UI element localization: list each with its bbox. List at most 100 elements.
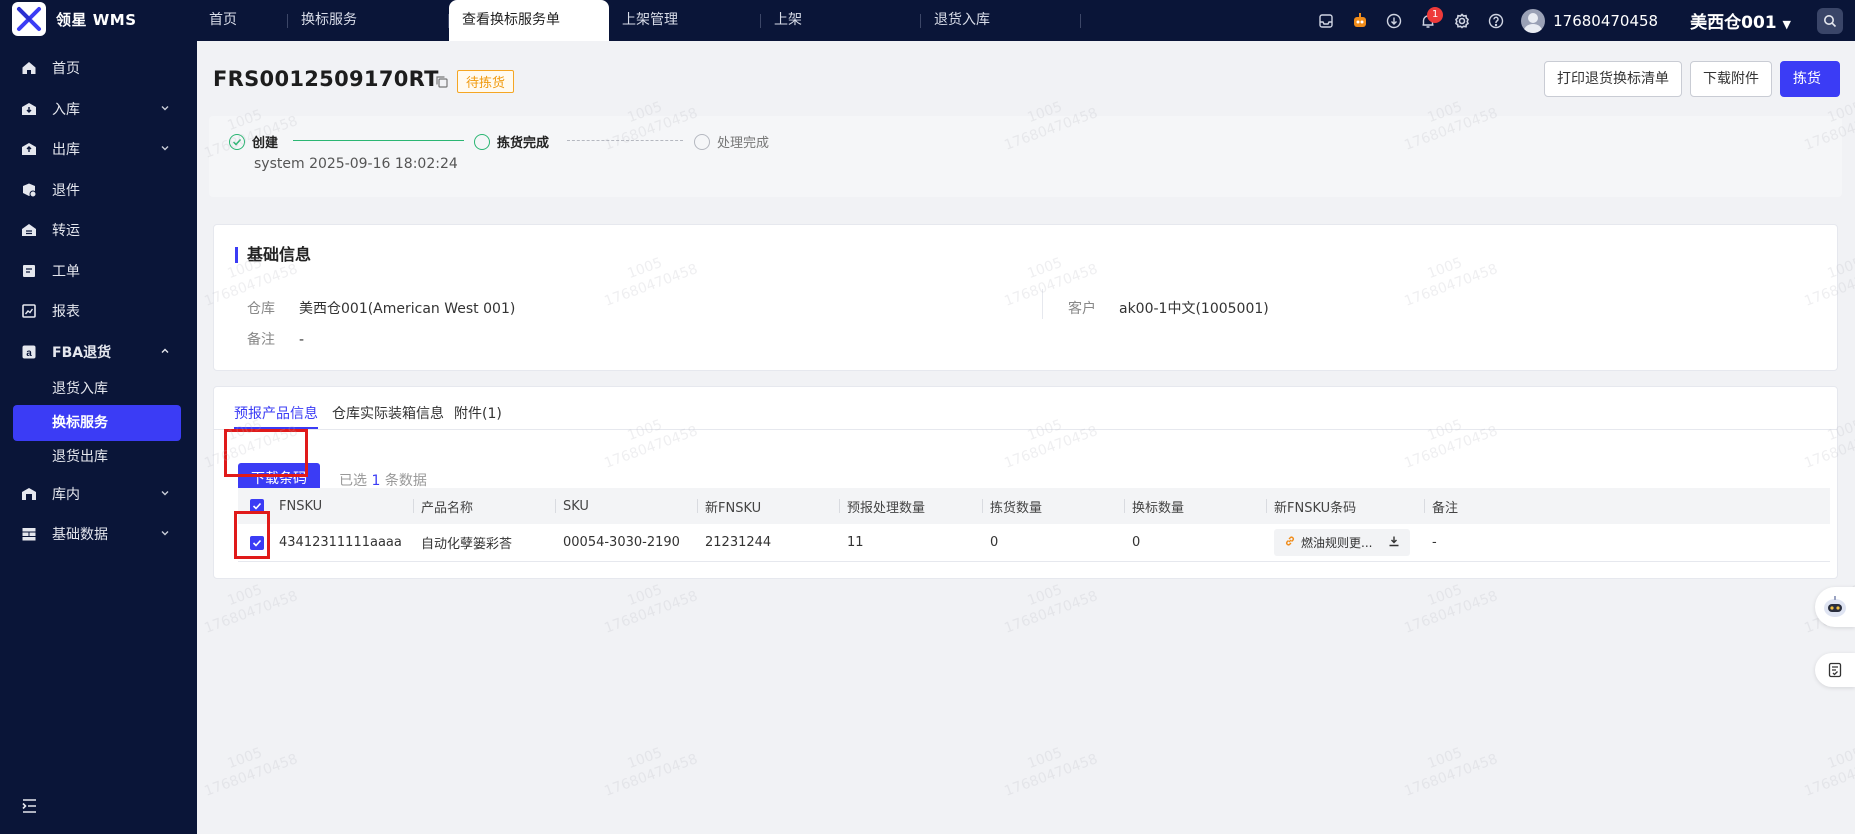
notification-badge: 1 (1427, 6, 1444, 23)
cell-new-fnsku: 21231244 (705, 535, 772, 550)
logo-icon[interactable] (12, 2, 46, 36)
sidebar-subitem-relabel-service[interactable]: 换标服务 (13, 405, 181, 441)
tab-putaway[interactable]: 上架 (761, 0, 921, 41)
remark-field: 备注 - (247, 332, 305, 348)
chevron-down-icon (160, 526, 170, 542)
settings-icon[interactable] (1445, 12, 1479, 29)
col-fnsku: FNSKU (279, 498, 323, 514)
user-menu[interactable]: 17680470458 (1521, 8, 1659, 33)
basic-info-card: 基础信息 仓库 美西仓001(American West 001) 客户 ak00-… (213, 224, 1838, 371)
work-order-icon (20, 262, 38, 280)
sidebar-item-outbound[interactable]: 出库 (20, 139, 170, 159)
customer-field: 客户 ak00-1中文(1005001) (1068, 301, 1269, 317)
created-info: system 2025-09-16 18:02:24 (254, 156, 458, 172)
step-completed: 处理完成 (694, 132, 769, 151)
check-circle-icon (229, 133, 245, 150)
transfer-icon (20, 221, 38, 239)
tab-actual-packing[interactable]: 仓库实际装箱信息 (332, 403, 444, 423)
sidebar-item-transfer[interactable]: 转运 (20, 220, 170, 240)
database-icon (20, 525, 38, 543)
watermark: 100517680470458 (1002, 581, 1100, 637)
tab-relabel-service[interactable]: 换标服务 (288, 0, 449, 41)
print-relabel-list-button[interactable]: 打印退货换标清单 (1544, 61, 1682, 97)
sidebar: 首页 入库 出库 退件 转运 工单 报表 a FBA退货 退货入库 换标服务 退… (0, 41, 197, 834)
sidebar-item-inbound[interactable]: 入库 (20, 99, 170, 119)
help-icon[interactable] (1479, 13, 1513, 29)
cell-sku: 00054-3030-2190 (563, 535, 680, 550)
col-sku: SKU (563, 498, 589, 514)
tab-attachments[interactable]: 附件(1) (454, 403, 502, 423)
bell-icon[interactable]: 1 (1411, 6, 1445, 29)
download-attachment-button[interactable]: 下载附件 (1690, 61, 1772, 97)
step-created: 创建 (229, 132, 278, 151)
step-connector (567, 140, 683, 141)
pick-button[interactable]: 拣货 (1780, 61, 1840, 97)
return-box-icon (20, 181, 38, 199)
watermark: 100517680470458 (1402, 581, 1500, 637)
svg-text:a: a (26, 348, 32, 359)
tab-forecast-products[interactable]: 预报产品信息 (234, 403, 318, 429)
sidebar-item-work-order[interactable]: 工单 (20, 261, 170, 281)
download-icon[interactable] (1388, 535, 1400, 550)
tab-view-relabel-order[interactable]: 查看换标服务单 (449, 0, 609, 41)
table-header: FNSKU 产品名称 SKU 新FNSKU 预报处理数量 拣货数量 换标数量 新… (238, 488, 1830, 524)
chevron-down-icon (160, 101, 170, 117)
inbox-icon[interactable] (1309, 13, 1343, 29)
sidebar-item-fba-returns[interactable]: a FBA退货 (20, 342, 170, 362)
sidebar-subitem-return-outbound[interactable]: 退货出库 (52, 446, 108, 466)
product-panel: 预报产品信息 仓库实际装箱信息 附件(1) 下载条码 已选 1 条数据 FNSK… (213, 386, 1838, 579)
sidebar-item-reports[interactable]: 报表 (20, 301, 170, 321)
tab-putaway-management[interactable]: 上架管理 (609, 0, 761, 41)
cell-forecast-qty: 11 (847, 535, 864, 550)
copy-icon[interactable] (435, 75, 449, 93)
ai-assistant-icon[interactable] (1815, 587, 1855, 627)
watermark: 100517680470458 (202, 581, 300, 637)
robot-icon[interactable] (1343, 12, 1377, 30)
search-icon[interactable] (1817, 7, 1843, 34)
watermark: 100517680470458 (202, 744, 300, 800)
warehouse-switcher[interactable]: 美西仓001 ▼ (1690, 8, 1791, 33)
sidebar-item-returns[interactable]: 退件 (20, 180, 170, 200)
warehouse-field: 仓库 美西仓001(American West 001) (247, 301, 516, 317)
barcode-file-link[interactable]: 燃油规则更... (1301, 534, 1372, 551)
outbound-icon (20, 140, 38, 158)
sidebar-item-home[interactable]: 首页 (20, 58, 170, 78)
watermark: 100517680470458 (1002, 744, 1100, 800)
selection-info: 已选 1 条数据 (339, 473, 427, 489)
col-remark: 备注 (1432, 500, 1459, 516)
column-divider (1124, 499, 1125, 513)
watermark: 100517680470458 (602, 581, 700, 637)
chevron-down-icon (160, 141, 170, 157)
cell-fnsku: 43412311111aaaa (279, 535, 402, 550)
product-table: FNSKU 产品名称 SKU 新FNSKU 预报处理数量 拣货数量 换标数量 新… (238, 488, 1830, 562)
sidebar-subitem-return-inbound[interactable]: 退货入库 (52, 378, 108, 398)
warehouse-icon (20, 485, 38, 503)
section-title: 基础信息 (235, 247, 311, 263)
download-circle-icon[interactable] (1377, 13, 1411, 29)
cell-remark: - (1432, 535, 1437, 550)
col-forecast-qty: 预报处理数量 (847, 500, 926, 516)
column-divider (1424, 499, 1425, 513)
nav-tabs: 首页 换标服务 查看换标服务单 上架管理 上架 退货入库 (196, 0, 1081, 41)
column-divider (982, 499, 983, 513)
watermark: 100517680470458 (1402, 744, 1500, 800)
main-content: FRS0012509170RT 待拣货 打印退货换标清单 下载附件 拣货 创建 … (197, 41, 1855, 834)
report-icon (20, 302, 38, 320)
document-icon[interactable] (1815, 653, 1855, 687)
column-divider (839, 499, 840, 513)
user-name: 17680470458 (1553, 11, 1659, 30)
product-tabs: 预报产品信息 仓库实际装箱信息 附件(1) (214, 387, 1837, 430)
tab-home[interactable]: 首页 (196, 0, 288, 41)
sidebar-item-in-warehouse[interactable]: 库内 (20, 484, 170, 504)
sidebar-item-basic-data[interactable]: 基础数据 (20, 524, 170, 544)
tab-return-inbound[interactable]: 退货入库 (921, 0, 1081, 41)
highlight-box (224, 429, 308, 477)
column-divider (413, 499, 414, 513)
column-divider (555, 499, 556, 513)
order-number: FRS0012509170RT (213, 67, 439, 91)
app-name: 领星 WMS (56, 11, 137, 29)
collapse-menu-icon[interactable] (22, 798, 40, 818)
barcode-file: 燃油规则更... (1274, 529, 1411, 556)
column-divider (697, 499, 698, 513)
home-icon (20, 59, 38, 77)
